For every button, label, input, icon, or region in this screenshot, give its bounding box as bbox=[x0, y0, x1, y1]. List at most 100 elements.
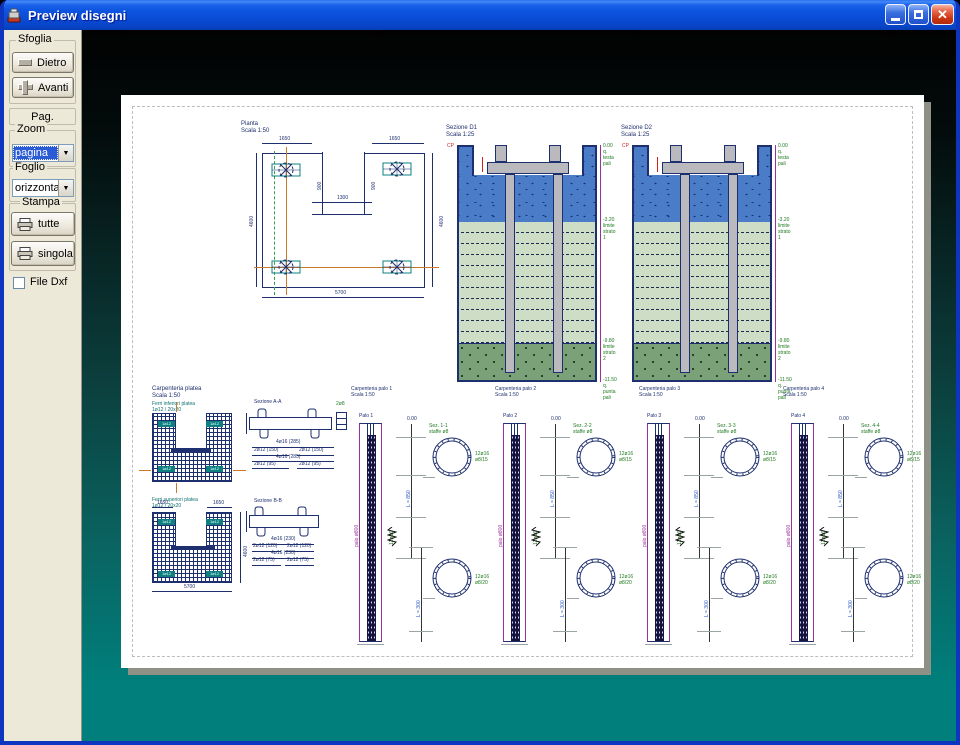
pile-rebar-core bbox=[799, 435, 808, 641]
section-2: 0.00 q. testa pali -3.20 limite strato 1… bbox=[632, 145, 772, 382]
bar-schedule-label: 2ø12 (95) bbox=[299, 461, 321, 467]
bar-schedule-label: 4ø16 (230) bbox=[271, 536, 295, 542]
page-frame-label: Pag. bbox=[31, 111, 54, 123]
pile-symbol bbox=[382, 259, 412, 275]
dim-zero: 0.00 bbox=[695, 416, 705, 422]
circle-label: 12ø16 ø8/20 bbox=[763, 574, 777, 586]
bar-schedule-label: 2ø12 (150) bbox=[299, 447, 323, 453]
rebar-tag: 1ø12 bbox=[206, 571, 223, 577]
circle-label: 12ø16 ø8/20 bbox=[907, 574, 921, 586]
level-annotation: -11.50 q. punta pali bbox=[603, 377, 617, 401]
bar-schedule-label: 2ø12 (120) bbox=[287, 543, 311, 549]
pile-shaft bbox=[728, 174, 738, 373]
dim-zero: 0.00 bbox=[407, 416, 417, 422]
rebar-tag: 1ø12 bbox=[158, 571, 175, 577]
beam-section-title: Sezione B-B bbox=[254, 498, 282, 504]
bar-schedule-label: 4ø16 (285) bbox=[276, 454, 300, 460]
chevron-down-icon[interactable]: ▼ bbox=[58, 145, 73, 161]
bar-schedule-label: 2ø12 (75) bbox=[253, 557, 275, 563]
bar-schedule-label: 4ø16 (230) bbox=[271, 550, 295, 556]
plan-notch bbox=[322, 152, 365, 215]
dim-length: L = 300 bbox=[560, 600, 566, 617]
stirrup-hook-icon bbox=[307, 408, 317, 418]
pile-symbol bbox=[271, 259, 301, 275]
pile-shaft bbox=[680, 174, 690, 373]
pile-rebar-core bbox=[511, 435, 520, 641]
level-annotation: -3.20 limite strato 1 bbox=[603, 217, 616, 241]
plan-dim: 5700 bbox=[335, 290, 346, 296]
pile-group-title: Carpenteria palo 3 Scala 1:50 bbox=[639, 386, 680, 398]
stirrup-hook-icon bbox=[257, 408, 267, 418]
dim-length: L = 300 bbox=[416, 600, 422, 617]
beam-section-title: Sezione A-A bbox=[254, 399, 282, 405]
pile-cross-section bbox=[431, 557, 473, 599]
file-dxf-label: File Dxf bbox=[30, 276, 67, 288]
foglio-combobox[interactable]: orizzonta ▼ bbox=[12, 179, 74, 197]
circle-label: 12ø16 ø8/20 bbox=[619, 574, 633, 586]
dim-length: L = 850 bbox=[838, 490, 844, 507]
maximize-button[interactable] bbox=[908, 4, 929, 25]
stirrup-hook-icon bbox=[256, 527, 266, 537]
circle-label: 12ø16 ø8/20 bbox=[475, 574, 489, 586]
pile-label: Palo 2 bbox=[503, 413, 517, 419]
bar-schedule-label: 2ø12 (95) bbox=[254, 461, 276, 467]
spiral-icon bbox=[675, 527, 685, 547]
circle-label: 12ø16 ø8/15 bbox=[475, 451, 489, 463]
rebar-tag: 1ø12 bbox=[206, 519, 223, 525]
print-single-button[interactable]: singola bbox=[11, 241, 75, 266]
rebar-tag: 1ø12 bbox=[206, 421, 223, 427]
avanti-button-label: Avanti bbox=[38, 82, 68, 94]
close-button[interactable]: ✕ bbox=[931, 4, 954, 25]
pile-label: Palo 1 bbox=[359, 413, 373, 419]
mesh-dim: 5700 bbox=[184, 584, 195, 590]
minimize-button[interactable] bbox=[885, 4, 906, 25]
level-annotation: 0.00 q. testa pali bbox=[778, 143, 789, 167]
plan-title: Pianta Scala 1:50 bbox=[241, 121, 269, 135]
dim-zero: 0.00 bbox=[839, 416, 849, 422]
pile-group-title: Carpenteria palo 1 Scala 1:50 bbox=[351, 386, 392, 398]
foglio-group-label: Foglio bbox=[13, 162, 47, 173]
dim-length: L = 300 bbox=[848, 600, 854, 617]
pile-group-title: Carpenteria palo 4 Scala 1:50 bbox=[783, 386, 824, 398]
pile-dowels bbox=[655, 424, 664, 435]
drawing-page: Pianta Scala 1:50 1650 1650 4600 4600 57… bbox=[121, 95, 924, 668]
level-annotation: -3.20 limite strato 1 bbox=[778, 217, 791, 241]
chevron-down-icon[interactable]: ▼ bbox=[58, 180, 73, 196]
pile-cross-section bbox=[863, 436, 905, 478]
spiral-icon bbox=[387, 527, 397, 547]
column-stub bbox=[495, 145, 507, 162]
mesh-dim: 4600 bbox=[243, 546, 249, 557]
title-bar[interactable]: Preview disegni ✕ bbox=[0, 0, 960, 30]
column-stub bbox=[724, 145, 736, 162]
mesh-label: Ferri inferiori platea 1ø12 / 20x20 bbox=[152, 401, 195, 413]
avanti-button[interactable]: Avanti bbox=[12, 77, 74, 98]
pile-symbol bbox=[271, 162, 301, 178]
print-all-button[interactable]: tutte bbox=[11, 212, 75, 236]
rebar-tag: 1ø12 bbox=[158, 519, 175, 525]
plan-dim: 900 bbox=[371, 182, 377, 190]
pile-dowels bbox=[511, 424, 520, 435]
circle-section-title: Sez. 4-4 staffe ø8 bbox=[861, 423, 880, 435]
pile-cross-section bbox=[431, 436, 473, 478]
mesh-dim: 1650 bbox=[213, 500, 224, 506]
window-title: Preview disegni bbox=[28, 8, 126, 23]
stirrup-hook-icon bbox=[297, 506, 307, 516]
dietro-button[interactable]: Dietro bbox=[12, 52, 74, 73]
preview-canvas[interactable]: Pianta Scala 1:50 1650 1650 4600 4600 57… bbox=[82, 30, 956, 741]
pile-symbol bbox=[382, 161, 412, 177]
stampa-group-label: Stampa bbox=[20, 197, 62, 208]
sidebar: Sfoglia Dietro Avanti Pag. Zoom pagina ▼… bbox=[4, 30, 82, 741]
zoom-combobox[interactable]: pagina ▼ bbox=[12, 144, 74, 162]
column-stub bbox=[549, 145, 561, 162]
sfoglia-label: Sfoglia bbox=[16, 34, 54, 45]
spiral-icon bbox=[819, 527, 829, 547]
app-window: Preview disegni ✕ Sfoglia Dietro Avanti … bbox=[0, 0, 960, 745]
pile-label: Palo 4 bbox=[791, 413, 805, 419]
file-dxf-checkbox[interactable] bbox=[13, 277, 25, 289]
plan-dim: 1650 bbox=[279, 136, 290, 142]
plan-dim: 1650 bbox=[389, 136, 400, 142]
stirrup-hook-icon bbox=[254, 506, 264, 516]
level-line bbox=[775, 145, 776, 382]
pile-tube-label: palo ø800 bbox=[642, 525, 648, 547]
section-marker: CP bbox=[447, 143, 454, 149]
